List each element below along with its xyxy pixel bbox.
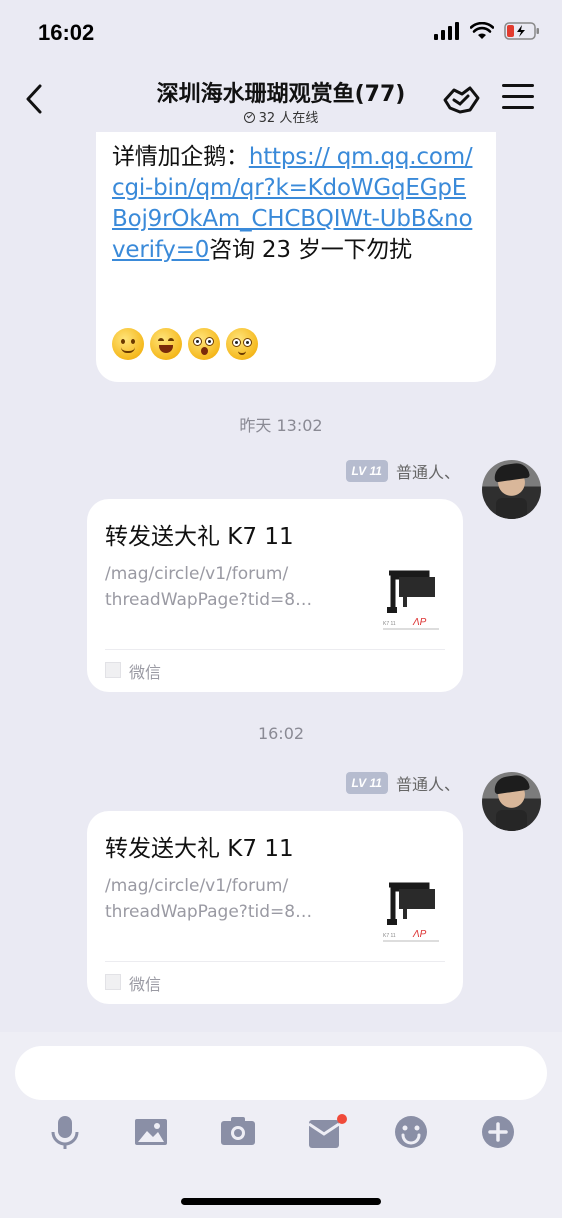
product-thumbnail-icon: ΛP K7 11: [379, 877, 443, 943]
group-privacy-button[interactable]: [440, 82, 482, 118]
svg-text:K7 11: K7 11: [383, 933, 396, 939]
shield-hand-icon: [443, 86, 480, 114]
share-card[interactable]: 转发送大礼 K7 11 /mag/circle/v1/forum/ thread…: [87, 499, 463, 692]
staring-emoji-icon: [226, 328, 258, 360]
shocked-emoji-icon: [188, 328, 220, 360]
input-area: [0, 1032, 562, 1218]
camera-button[interactable]: [220, 1114, 256, 1150]
card-title: 转发送大礼 K7 11: [105, 836, 294, 862]
message-input[interactable]: [15, 1046, 547, 1100]
image-icon: [135, 1119, 167, 1145]
online-count-text: 32 人在线: [258, 111, 319, 126]
emoji-eye: [193, 337, 202, 346]
voice-button[interactable]: [47, 1114, 83, 1150]
level-badge: LV 11: [345, 772, 388, 794]
emoji-mouth: [238, 349, 246, 355]
emoji-mouth: [159, 345, 173, 353]
image-button[interactable]: [133, 1114, 169, 1150]
plus-icon: [482, 1116, 514, 1148]
svg-text:ΛP: ΛP: [412, 617, 427, 628]
emoji-eye: [243, 338, 252, 347]
card-source: 微信: [129, 663, 162, 682]
menu-line-icon: [502, 84, 534, 87]
wifi-icon: [470, 22, 494, 39]
sender-info: LV 11 普通人、: [345, 459, 460, 483]
avatar[interactable]: [482, 772, 541, 831]
red-packet-button[interactable]: [307, 1114, 347, 1150]
emoji-eye: [232, 338, 241, 347]
card-divider: [105, 961, 445, 962]
chat-list[interactable]: 详情加企鹅：https:// qm.qq.com/cgi-bin/qm/qr?k…: [0, 132, 562, 1032]
emoji-button[interactable]: [393, 1114, 429, 1150]
message-text: 详情加企鹅：https:// qm.qq.com/cgi-bin/qm/qr?k…: [112, 142, 480, 266]
menu-button[interactable]: [502, 84, 534, 116]
camera-icon: [221, 1117, 255, 1145]
product-thumbnail-icon: ΛP K7 11: [379, 565, 443, 631]
card-title: 转发送大礼 K7 11: [105, 524, 294, 550]
status-bar: 16:02: [0, 0, 562, 68]
signal-icon: [434, 22, 459, 40]
red-packet-icon: [308, 1114, 347, 1148]
message-suffix: 咨询 23 岁一下勿扰: [209, 237, 412, 263]
smile-emoji-icon: [112, 328, 144, 360]
card-description: /mag/circle/v1/forum/ threadWapPage?tid=…: [105, 564, 313, 610]
sender-name[interactable]: 普通人、: [396, 771, 460, 795]
online-check-icon: [243, 112, 255, 123]
card-source: 微信: [129, 975, 162, 994]
emoji-row: [112, 328, 258, 360]
sender-info: LV 11 普通人、: [345, 771, 460, 795]
message-timestamp: 16:02: [257, 724, 305, 743]
wechat-source-icon: [105, 662, 121, 678]
emoji-icon: [395, 1116, 427, 1148]
menu-line-icon: [502, 95, 534, 98]
message-prefix: 详情加企鹅：: [112, 144, 249, 170]
svg-text:K7 11: K7 11: [383, 621, 396, 627]
message-bubble[interactable]: 详情加企鹅：https:// qm.qq.com/cgi-bin/qm/qr?k…: [96, 132, 496, 382]
status-icons: [434, 22, 540, 40]
avatar[interactable]: [482, 460, 541, 519]
emoji-eye: [131, 339, 135, 344]
laugh-emoji-icon: [150, 328, 182, 360]
card-divider: [105, 649, 445, 650]
home-indicator[interactable]: [181, 1198, 381, 1205]
menu-line-icon: [502, 106, 534, 109]
sender-name[interactable]: 普通人、: [396, 459, 460, 483]
emoji-eye: [168, 338, 174, 341]
status-time: 16:02: [38, 20, 95, 45]
microphone-icon: [51, 1116, 79, 1149]
card-description: /mag/circle/v1/forum/ threadWapPage?tid=…: [105, 876, 313, 922]
battery-charging-icon: [504, 22, 539, 40]
emoji-eye: [205, 337, 214, 346]
share-card[interactable]: 转发送大礼 K7 11 /mag/circle/v1/forum/ thread…: [87, 811, 463, 1004]
nav-bar: 深圳海水珊瑚观赏鱼(77) 32 人在线: [0, 68, 562, 132]
message-timestamp: 昨天 13:02: [239, 416, 323, 435]
level-badge: LV 11: [345, 460, 388, 482]
emoji-mouth: [201, 347, 208, 355]
svg-text:ΛP: ΛP: [412, 929, 427, 940]
emoji-eye: [158, 338, 164, 341]
input-toolbar: [0, 1114, 562, 1154]
more-button[interactable]: [480, 1114, 516, 1150]
emoji-eye: [121, 339, 125, 344]
wechat-source-icon: [105, 974, 121, 990]
emoji-mouth: [121, 347, 135, 353]
